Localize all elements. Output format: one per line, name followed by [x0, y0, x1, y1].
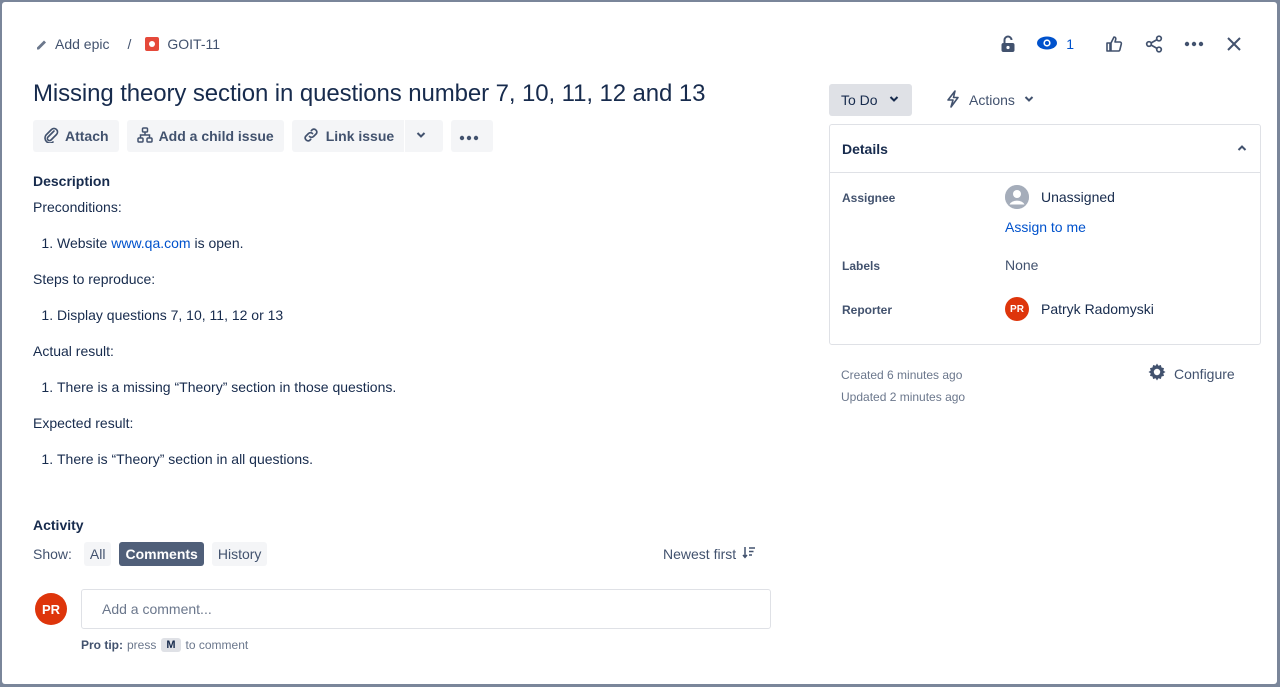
chevron-up-icon [1236, 141, 1248, 157]
actions-dropdown[interactable]: Actions [939, 84, 1041, 116]
reporter-field[interactable]: PR Patryk Radomyski [1005, 297, 1154, 321]
gear-icon [1147, 362, 1167, 385]
filter-all[interactable]: All [83, 542, 112, 566]
more-actions-button[interactable] [451, 120, 494, 152]
issue-modal: Add epic / GOIT-11 1 Missing theory sect… [2, 2, 1277, 684]
attach-label: Attach [65, 128, 109, 144]
chevron-down-icon [878, 92, 900, 108]
add-child-label: Add a child issue [158, 128, 274, 144]
issue-timestamps: Created 6 minutes ago Updated 2 minutes … [841, 364, 965, 408]
breadcrumb: Add epic / GOIT-11 [35, 34, 220, 54]
keyboard-shortcut-key: M [161, 638, 181, 652]
assignee-field[interactable]: Unassigned [1005, 185, 1115, 209]
filter-comments[interactable]: Comments [119, 542, 204, 566]
precondition-suffix: is open. [190, 235, 244, 251]
add-child-issue-button[interactable]: Add a child issue [126, 120, 284, 152]
protip-bold: Pro tip: [81, 638, 123, 652]
website-link[interactable]: www.qa.com [111, 235, 190, 251]
close-icon[interactable] [1218, 28, 1250, 60]
reporter-label: Reporter [842, 303, 893, 317]
unassigned-avatar-icon [1005, 185, 1029, 209]
status-label: To Do [841, 92, 878, 108]
eye-icon [1036, 36, 1058, 53]
avatar: PR [35, 593, 67, 625]
bug-icon [145, 37, 160, 51]
description-body[interactable]: Preconditions: Website www.qa.com is ope… [33, 198, 773, 486]
sort-label: Newest first [663, 545, 737, 562]
add-epic-link[interactable]: Add epic [55, 36, 109, 52]
created-timestamp: Created 6 minutes ago [841, 368, 963, 382]
comment-input[interactable]: Add a comment... [81, 589, 771, 629]
updated-timestamp: Updated 2 minutes ago [841, 390, 966, 404]
labels-label: Labels [842, 259, 881, 273]
paperclip-icon [43, 127, 65, 146]
attach-button[interactable]: Attach [33, 120, 119, 152]
actions-label: Actions [969, 92, 1015, 108]
avatar: PR [1005, 297, 1029, 321]
share-icon[interactable] [1138, 28, 1170, 60]
steps-list: Display questions 7, 10, 11, 12 or 13 [57, 306, 773, 324]
sort-button[interactable]: Newest first [663, 545, 756, 562]
sort-icon [736, 545, 756, 562]
chevron-down-icon [1023, 92, 1035, 108]
issue-title[interactable]: Missing theory section in questions numb… [33, 80, 705, 108]
pencil-icon [35, 37, 49, 51]
more-icon[interactable] [1178, 28, 1210, 60]
activity-heading: Activity [33, 517, 84, 533]
expected-result-heading: Expected result: [33, 415, 134, 431]
precondition-prefix: Website [57, 235, 112, 251]
watchers-count: 1 [1066, 36, 1074, 52]
details-heading: Details [842, 140, 888, 157]
watch-button[interactable]: 1 [1032, 36, 1090, 53]
expected-result-list: There is “Theory” section in all questio… [57, 450, 773, 468]
steps-heading: Steps to reproduce: [33, 271, 156, 287]
hierarchy-icon [136, 126, 159, 146]
assign-to-me-link[interactable]: Assign to me [1005, 219, 1086, 235]
issue-toolbar: Attach Add a child issue Link issue [33, 120, 501, 152]
status-dropdown[interactable]: To Do [829, 84, 912, 116]
preconditions-list: Website www.qa.com is open. [57, 234, 773, 252]
protip-press: press [127, 638, 157, 652]
list-item: Website www.qa.com is open. [57, 234, 773, 252]
configure-button[interactable]: Configure [1147, 362, 1235, 385]
actual-result-list: There is a missing “Theory” section in t… [57, 378, 773, 396]
link-issue-label: Link issue [325, 128, 395, 144]
protip-rest: to comment [185, 638, 249, 652]
lock-icon[interactable] [992, 28, 1024, 60]
preconditions-heading: Preconditions: [33, 199, 122, 215]
description-heading: Description [33, 173, 111, 189]
lightning-icon [945, 89, 961, 111]
activity-filter: Show: All Comments History [33, 542, 275, 566]
list-item: There is a missing “Theory” section in t… [57, 378, 773, 396]
labels-value[interactable]: None [1005, 257, 1038, 273]
show-label: Show: [33, 546, 72, 562]
issue-key-link[interactable]: GOIT-11 [167, 36, 220, 52]
assignee-value: Unassigned [1041, 189, 1115, 205]
filter-history[interactable]: History [211, 542, 268, 566]
link-issue-dropdown[interactable] [405, 120, 444, 152]
reporter-value: Patryk Radomyski [1041, 301, 1154, 317]
actual-result-heading: Actual result: [33, 343, 114, 359]
pro-tip: Pro tip: press M to comment [81, 638, 248, 652]
list-item: There is “Theory” section in all questio… [57, 450, 773, 468]
chevron-down-icon [415, 128, 433, 144]
link-issue-button[interactable]: Link issue [291, 120, 405, 152]
configure-label: Configure [1174, 365, 1235, 382]
list-item: Display questions 7, 10, 11, 12 or 13 [57, 306, 773, 324]
more-icon [459, 128, 485, 144]
assignee-label: Assignee [842, 191, 896, 205]
thumbs-up-icon[interactable] [1098, 28, 1130, 60]
breadcrumb-separator: / [127, 36, 132, 52]
link-icon [302, 127, 326, 146]
header-actions: 1 [984, 30, 1250, 58]
details-header[interactable]: Details [830, 125, 1260, 173]
details-panel: Details Assignee Unassigned Assign to me… [829, 124, 1261, 345]
